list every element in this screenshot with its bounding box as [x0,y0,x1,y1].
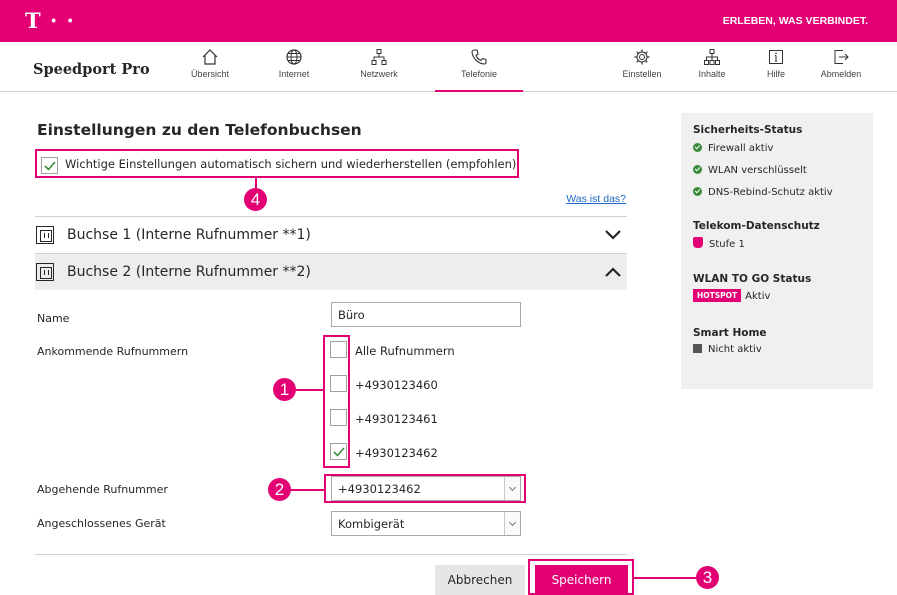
incoming-option-label: Alle Rufnummern [355,344,455,358]
autosave-checkbox[interactable] [41,157,58,174]
product-name: Speedport Pro [33,61,150,78]
security-item-wlan: WLAN verschlüsselt [693,165,807,176]
chevron-up-icon [605,267,621,277]
content-icon [704,49,720,65]
callout-line [296,389,324,391]
nav-label: Internet [278,69,310,79]
check-circle-icon [693,187,702,196]
nav-label: Telefonie [460,69,498,79]
callout-line [291,489,324,491]
incoming-option-label: +4930123461 [355,412,438,426]
callout-2: 2 [268,478,291,501]
nav-label: Übersicht [190,69,229,79]
globe-icon [286,49,302,65]
incoming-option-label: +4930123460 [355,378,438,392]
nav-item-abmelden[interactable]: Abmelden [805,48,877,90]
incoming-option-label: +4930123462 [355,446,438,460]
smart-home-title: Smart Home [693,327,767,339]
security-item-firewall: Firewall aktiv [693,143,773,154]
hotspot-badge: HOTSPOT [693,289,742,302]
logout-icon [834,50,849,64]
accordion-buchse-1[interactable]: Buchse 1 (Interne Rufnummer **1) [35,216,627,253]
main-nav: Speedport Pro Übersicht Internet Netzwer… [0,42,897,92]
home-icon [202,49,218,65]
outgoing-number-label: Abgehende Rufnummer [37,483,168,496]
device-select[interactable]: Kombigerät [331,511,521,536]
name-input[interactable]: Büro [331,302,521,327]
nav-item-internet[interactable]: Internet [258,48,330,90]
privacy-level: Stufe 1 [693,237,745,250]
status-text: Firewall aktiv [708,143,774,154]
divider [35,554,627,555]
accordion-title: Buchse 2 (Interne Rufnummer **2) [67,264,311,280]
status-text: Nicht aktiv [708,344,762,355]
nav-item-einstellen[interactable]: Einstellen [606,48,678,90]
highlight-save [528,559,634,595]
autosave-option: Wichtige Einstellungen automatisch siche… [35,149,519,178]
nav-label: Netzwerk [360,69,398,79]
phone-jack-icon [36,263,54,281]
smart-home-status: Nicht aktiv [693,344,762,355]
callout-1: 1 [273,378,296,401]
incoming-checkbox-3[interactable] [330,443,347,460]
privacy-title: Telekom-Datenschutz [693,220,820,232]
check-circle-icon [693,143,702,152]
incoming-checkbox-all[interactable] [330,341,347,358]
help-icon [769,50,783,64]
status-sidebar: Sicherheits-Status Firewall aktiv WLAN v… [681,113,873,389]
network-icon [371,49,387,65]
wlan-to-go-status: HOTSPOT Aktiv [693,289,770,302]
select-value: Kombigerät [338,517,405,531]
name-label: Name [37,312,70,325]
callout-line [255,178,257,188]
autosave-label: Wichtige Einstellungen automatisch siche… [65,157,517,171]
phone-jack-icon [36,226,54,244]
nav-label: Abmelden [820,69,862,79]
page-title: Einstellungen zu den Telefonbuchsen [37,121,362,139]
nav-item-netzwerk[interactable]: Netzwerk [343,48,415,90]
highlight-outgoing [324,474,526,503]
nav-label: Hilfe [766,69,785,79]
device-label: Angeschlossenes Gerät [37,517,166,530]
checkmark-icon [333,447,345,457]
wlan-to-go-title: WLAN TO GO Status [693,273,812,285]
telekom-logo[interactable]: T · · [25,8,75,33]
nav-item-uebersicht[interactable]: Übersicht [174,48,246,90]
chevron-down-icon [605,230,621,240]
incoming-checkbox-1[interactable] [330,375,347,392]
shield-icon [693,237,703,248]
tagline: ERLEBEN, WAS VERBINDET. [722,15,868,27]
chevron-down-icon [504,512,520,535]
nav-item-telefonie[interactable]: Telefonie [435,48,523,92]
callout-line [634,577,696,579]
checkmark-icon [44,161,56,171]
status-text: Stufe 1 [709,239,745,250]
accordion-buchse-2[interactable]: Buchse 2 (Interne Rufnummer **2) [35,253,627,290]
nav-item-inhalte[interactable]: Inhalte [676,48,748,90]
callout-4: 4 [244,188,267,211]
check-circle-icon [693,165,702,174]
incoming-numbers-label: Ankommende Rufnummern [37,345,189,358]
incoming-checkbox-2[interactable] [330,409,347,426]
nav-item-hilfe[interactable]: Hilfe [740,48,812,90]
status-text: WLAN verschlüsselt [708,165,807,176]
phone-icon [471,49,487,65]
cancel-button[interactable]: Abbrechen [435,565,525,595]
top-bar: T · · ERLEBEN, WAS VERBINDET. [0,0,897,42]
nav-label: Einstellen [622,69,662,79]
callout-3: 3 [696,566,719,589]
security-status-title: Sicherheits-Status [693,124,803,136]
status-text: Aktiv [745,291,771,302]
gear-icon [634,49,650,65]
info-icon [693,344,702,353]
status-text: DNS-Rebind-Schutz aktiv [708,187,833,198]
help-link[interactable]: Was ist das? [566,193,626,205]
nav-label: Inhalte [698,69,726,79]
accordion-title: Buchse 1 (Interne Rufnummer **1) [67,227,311,243]
security-item-dns: DNS-Rebind-Schutz aktiv [693,187,833,198]
